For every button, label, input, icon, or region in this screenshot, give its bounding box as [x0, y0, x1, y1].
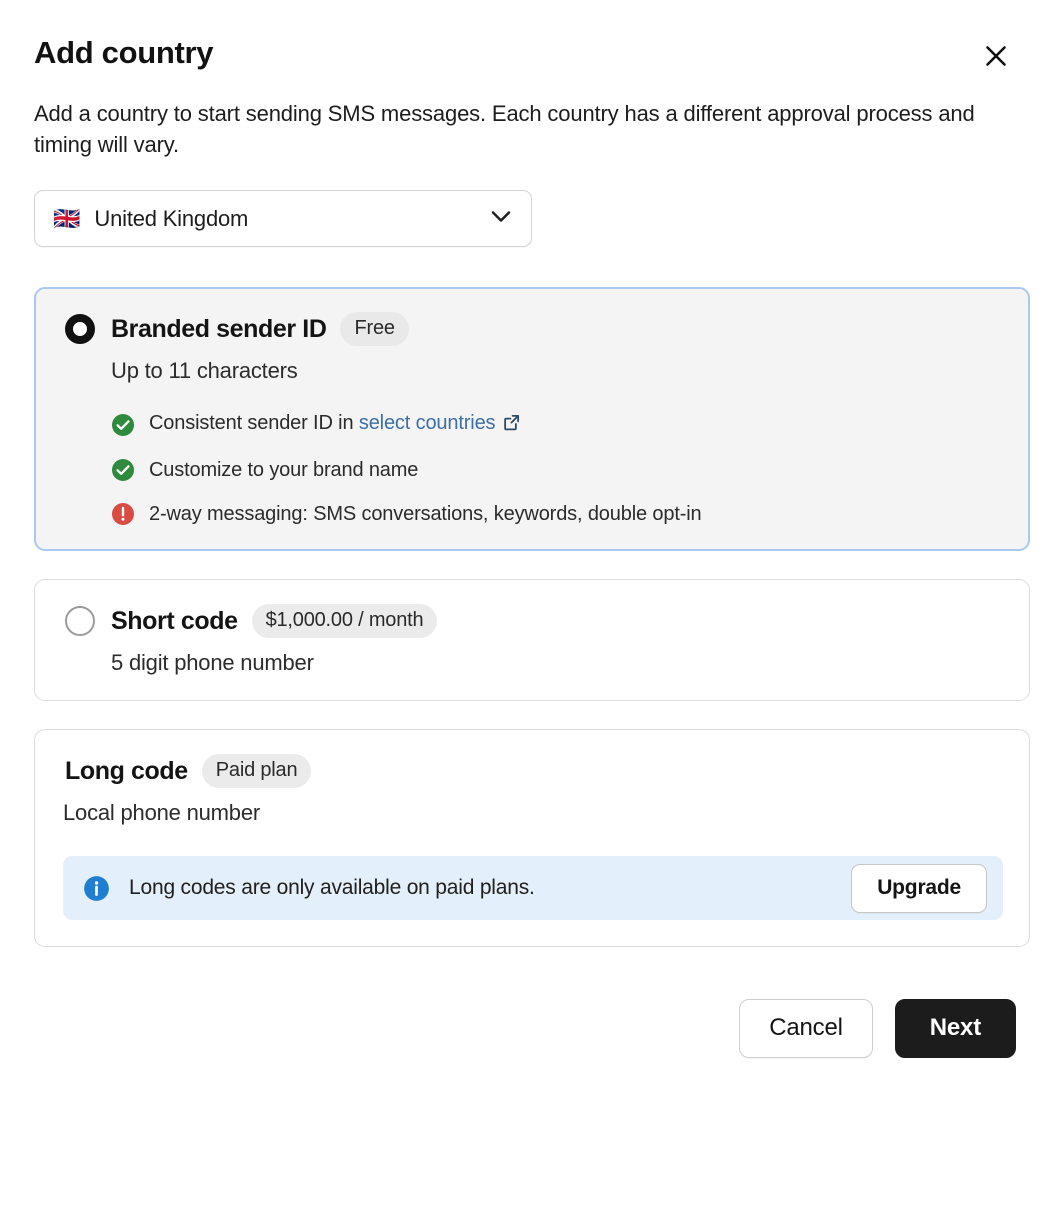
check-circle-icon [111, 413, 135, 437]
option-subtitle: Up to 11 characters [111, 358, 298, 384]
select-countries-link[interactable]: select countries [359, 412, 496, 434]
feature-text: Consistent sender ID in select countries [149, 412, 521, 438]
feature-item: 2-way messaging: SMS conversations, keyw… [111, 502, 1003, 526]
radio-short-code[interactable] [65, 606, 95, 637]
option-feature-list: Consistent sender ID in select countries… [111, 412, 1003, 526]
option-card-short-code[interactable]: Short code $1,000.00 / month 5 digit pho… [34, 579, 1030, 702]
option-title: Short code [111, 606, 238, 635]
feature-text: 2-way messaging: SMS conversations, keyw… [149, 502, 702, 525]
upgrade-button[interactable]: Upgrade [851, 863, 987, 913]
feature-text-prefix: Consistent sender ID in [149, 412, 359, 435]
country-select-value: United Kingdom [94, 205, 249, 231]
option-badge: $1,000.00 / month [251, 604, 438, 639]
page-title: Add country [34, 35, 214, 70]
option-card-long-code: Long code Paid plan Local phone number L… [34, 729, 1030, 948]
country-flag-icon: 🇬🇧 [53, 205, 81, 231]
info-icon [83, 875, 110, 902]
add-country-dialog: Add country Add a country to start sendi… [0, 0, 1050, 1224]
option-subtitle: Local phone number [63, 800, 260, 826]
external-link-icon[interactable] [502, 413, 521, 438]
option-title: Branded sender ID [111, 314, 327, 343]
next-button[interactable]: Next [894, 999, 1016, 1059]
dialog-footer: Cancel Next [34, 999, 1030, 1059]
option-badge: Paid plan [201, 754, 312, 789]
radio-branded-sender-id[interactable] [65, 314, 95, 345]
alert-circle-icon [111, 502, 135, 526]
feature-text: Customize to your brand name [149, 458, 419, 481]
close-button[interactable] [976, 36, 1016, 76]
dialog-description: Add a country to start sending SMS messa… [34, 101, 975, 158]
sender-type-options: Branded sender ID Free Up to 11 characte… [34, 287, 1030, 948]
option-header: Short code $1,000.00 / month [63, 604, 1003, 639]
option-card-branded-sender-id[interactable]: Branded sender ID Free Up to 11 characte… [34, 287, 1030, 552]
dialog-header: Add country [34, 34, 1030, 76]
upgrade-banner: Long codes are only available on paid pl… [63, 856, 1003, 921]
feature-item: Consistent sender ID in select countries [111, 412, 1003, 438]
country-select[interactable]: 🇬🇧 United Kingdom [34, 190, 532, 248]
option-title: Long code [65, 756, 188, 785]
cancel-button[interactable]: Cancel [739, 999, 873, 1059]
chevron-down-icon [487, 202, 515, 235]
option-header: Branded sender ID Free [63, 312, 1003, 347]
check-circle-icon [111, 458, 135, 482]
feature-item: Customize to your brand name [111, 458, 1003, 482]
option-subtitle: 5 digit phone number [111, 650, 314, 676]
option-header: Long code Paid plan [65, 754, 1003, 789]
close-icon [981, 41, 1011, 71]
option-badge: Free [340, 312, 409, 347]
upgrade-banner-text: Long codes are only available on paid pl… [129, 876, 535, 900]
